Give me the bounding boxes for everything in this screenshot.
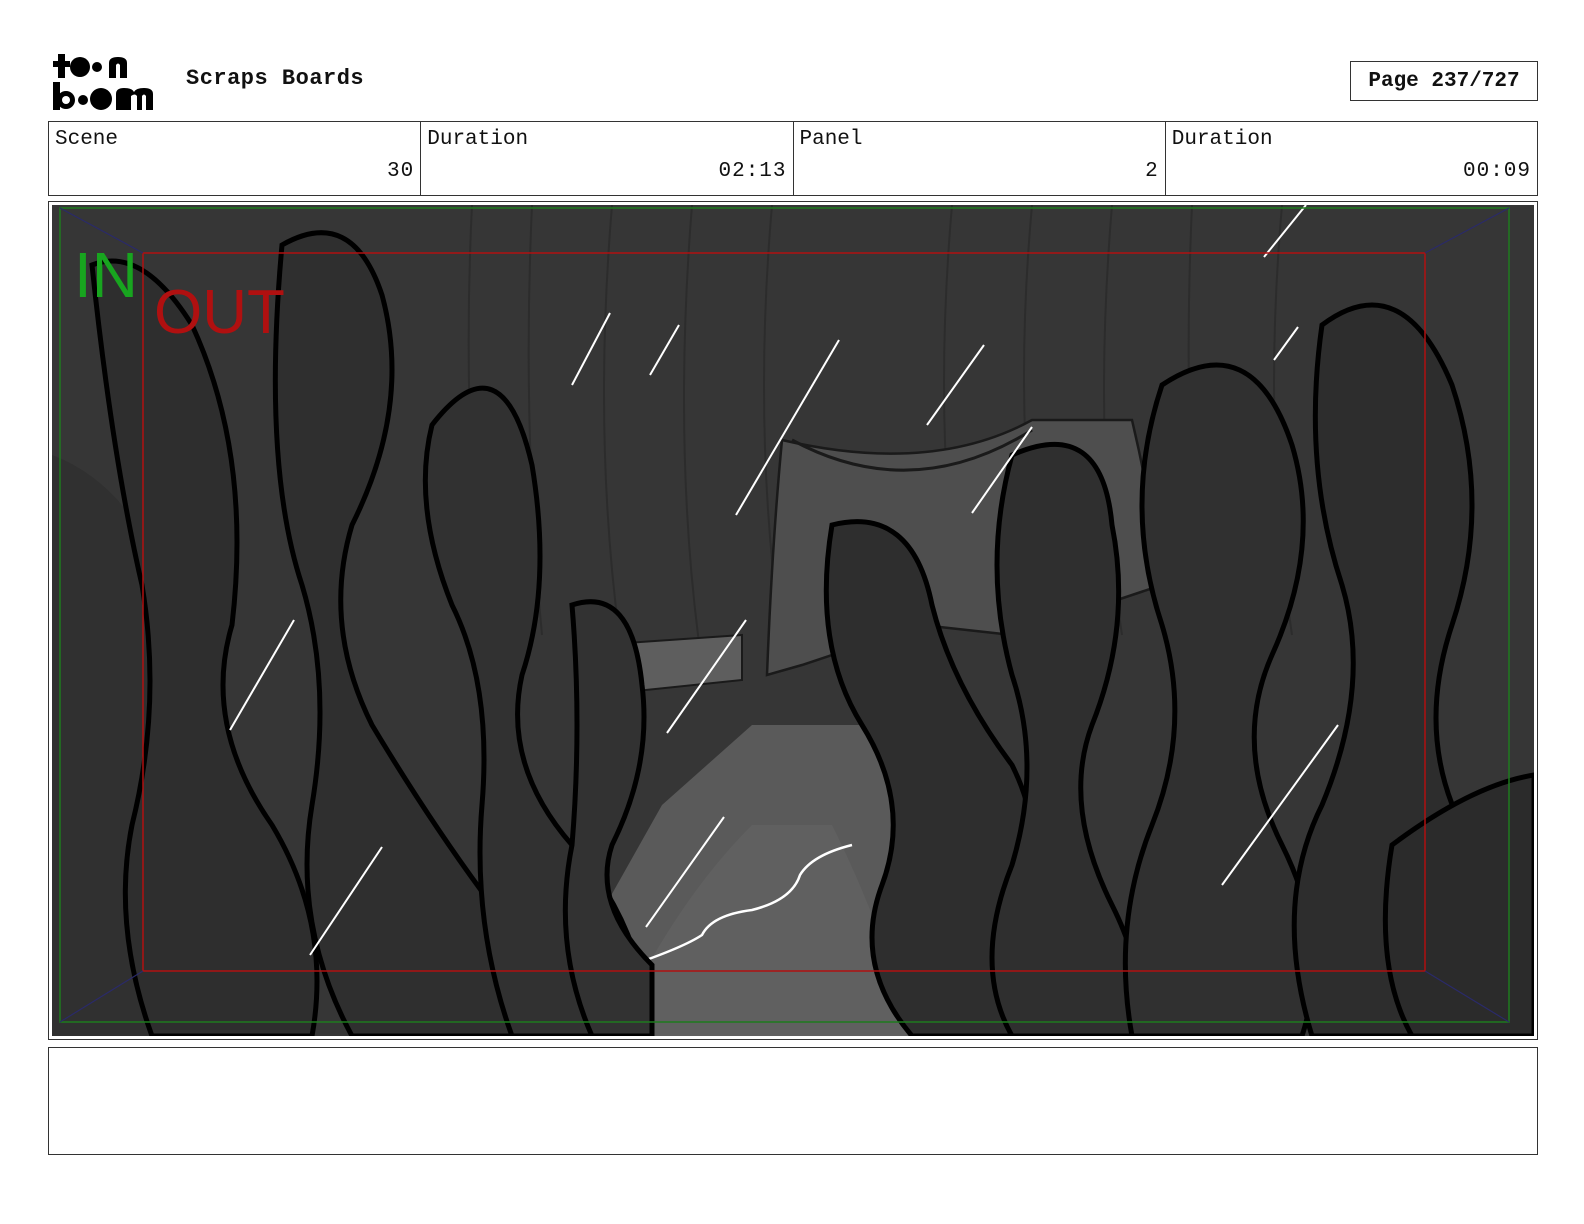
notes-box[interactable] — [48, 1047, 1538, 1155]
out-marker: OUT — [154, 278, 285, 347]
page-indicator: Page 237/727 — [1350, 61, 1538, 101]
toon-boom-logo — [53, 54, 153, 110]
board-title: Scraps Boards — [186, 66, 365, 91]
scene-value: 30 — [387, 160, 415, 183]
scene-duration-value: 02:13 — [718, 160, 787, 183]
scene-cell: Scene 30 — [49, 122, 422, 195]
panel-duration-value: 00:09 — [1462, 160, 1531, 183]
info-table: Scene 30 Duration 02:13 Panel 2 Duration… — [48, 121, 1538, 196]
scene-duration-label: Duration — [427, 128, 529, 151]
scene-duration-cell: Duration 02:13 — [421, 122, 794, 195]
in-marker: IN — [74, 239, 138, 311]
storyboard-drawing: IN OUT — [52, 205, 1534, 1036]
panel-cell: Panel 2 — [794, 122, 1166, 195]
panel-label: Panel — [799, 128, 863, 151]
panel-value: 2 — [1145, 160, 1159, 183]
page-label: Page 237/727 — [1368, 69, 1520, 93]
panel-duration-cell: Duration 00:09 — [1166, 122, 1537, 195]
scene-label: Scene — [55, 128, 119, 151]
panel-image: IN OUT — [52, 205, 1534, 1036]
panel-duration-label: Duration — [1171, 128, 1273, 151]
